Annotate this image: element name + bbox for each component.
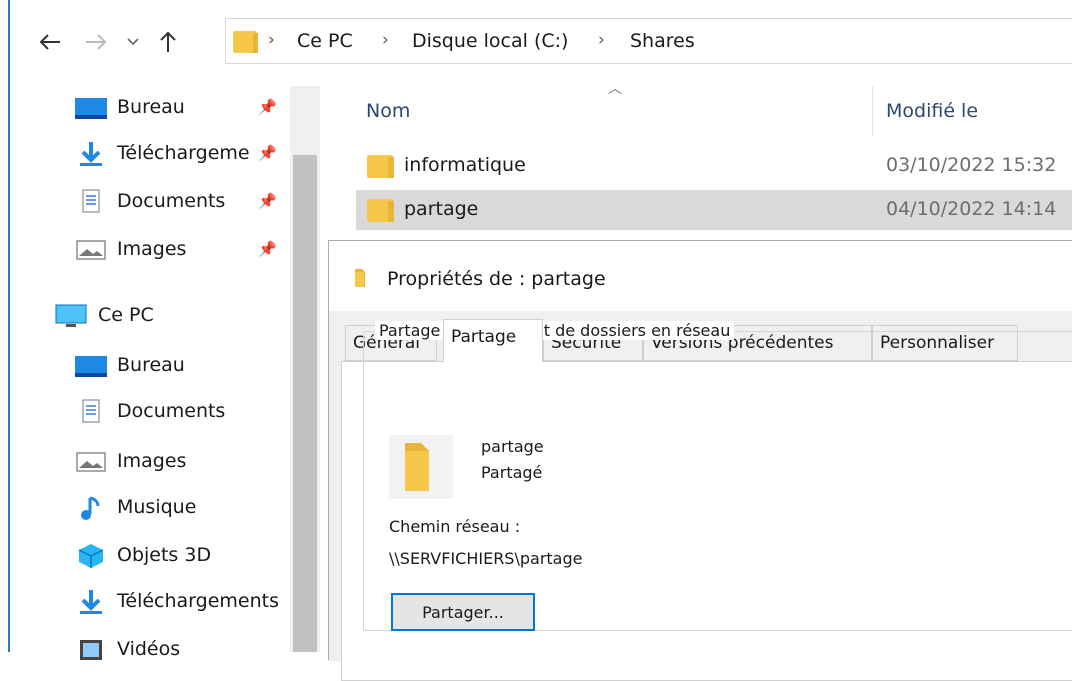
dialog-title: Propriétés de : partage (387, 268, 606, 290)
recent-locations-button[interactable] (120, 24, 146, 60)
pin-icon[interactable]: 📌 (258, 144, 277, 162)
arrow-left-icon (39, 34, 60, 50)
pin-icon[interactable]: 📌 (258, 240, 277, 258)
dialog-title-bar[interactable]: Propriétés de : partage (329, 241, 1072, 311)
network-path-label: Chemin réseau : (389, 517, 521, 536)
sidebar-scrollbar-thumb[interactable] (293, 155, 317, 652)
breadcrumb-shares[interactable]: Shares (630, 30, 695, 52)
group-box-network-sharing (363, 331, 1072, 631)
network-path-value: \\SERVFICHIERS\partage (389, 549, 583, 568)
forward-button[interactable] (78, 24, 114, 60)
breadcrumb-separator-icon: › (382, 30, 389, 50)
image-icon (76, 240, 106, 260)
column-header-name[interactable]: Nom (366, 100, 410, 122)
properties-dialog: Propriétés de : partage Général Partage … (328, 240, 1072, 681)
download-arrow-icon (80, 590, 102, 614)
group-label: Partage de fichiers et de dossiers en ré… (375, 321, 735, 340)
up-button[interactable] (150, 24, 186, 60)
navigation-pane: Bureau 📌 ▲ Téléchargeme 📌 Documents 📌 Im… (10, 86, 320, 660)
computer-icon (55, 304, 87, 327)
breadcrumb-ce-pc[interactable]: Ce PC (297, 30, 353, 52)
desktop-icon (75, 98, 107, 119)
pin-icon[interactable]: 📌 (258, 192, 277, 210)
arrow-right-icon (86, 34, 107, 50)
arrow-up-icon (160, 31, 176, 52)
shared-folder-icon-frame (389, 435, 453, 499)
document-icon (82, 189, 100, 213)
back-button[interactable] (32, 24, 68, 60)
tab-partage[interactable]: Partage (443, 319, 543, 362)
download-arrow-icon (80, 142, 102, 166)
column-header-modified[interactable]: Modifié le (886, 100, 978, 122)
share-button[interactable]: Partager... (391, 593, 535, 631)
desktop-icon (75, 356, 107, 377)
video-icon (80, 640, 102, 660)
column-divider[interactable] (872, 86, 873, 136)
folder-icon (367, 199, 394, 222)
folder-icon (233, 31, 258, 53)
folder-icon (355, 269, 365, 287)
document-icon (82, 399, 100, 423)
breadcrumb-separator-icon: › (598, 30, 605, 50)
folder-icon (405, 443, 429, 491)
breadcrumb-disque-local[interactable]: Disque local (C:) (412, 30, 568, 52)
chevron-down-icon (127, 38, 139, 46)
folder-share-status: Partagé (481, 463, 543, 482)
breadcrumb-separator-icon: › (268, 30, 275, 50)
sort-ascending-icon: ︿ (608, 81, 622, 97)
cube-3d-icon (78, 544, 104, 568)
table-row[interactable]: partage 04/10/2022 14:14 (356, 190, 1072, 230)
image-icon (76, 452, 106, 472)
address-bar[interactable]: › Ce PC › Disque local (C:) › Shares (225, 18, 1072, 64)
music-note-icon (81, 496, 100, 520)
folder-name: partage (481, 437, 544, 456)
pin-icon[interactable]: 📌 (258, 98, 277, 116)
table-row[interactable]: informatique 03/10/2022 15:32 (356, 146, 1072, 186)
folder-icon (367, 155, 394, 178)
